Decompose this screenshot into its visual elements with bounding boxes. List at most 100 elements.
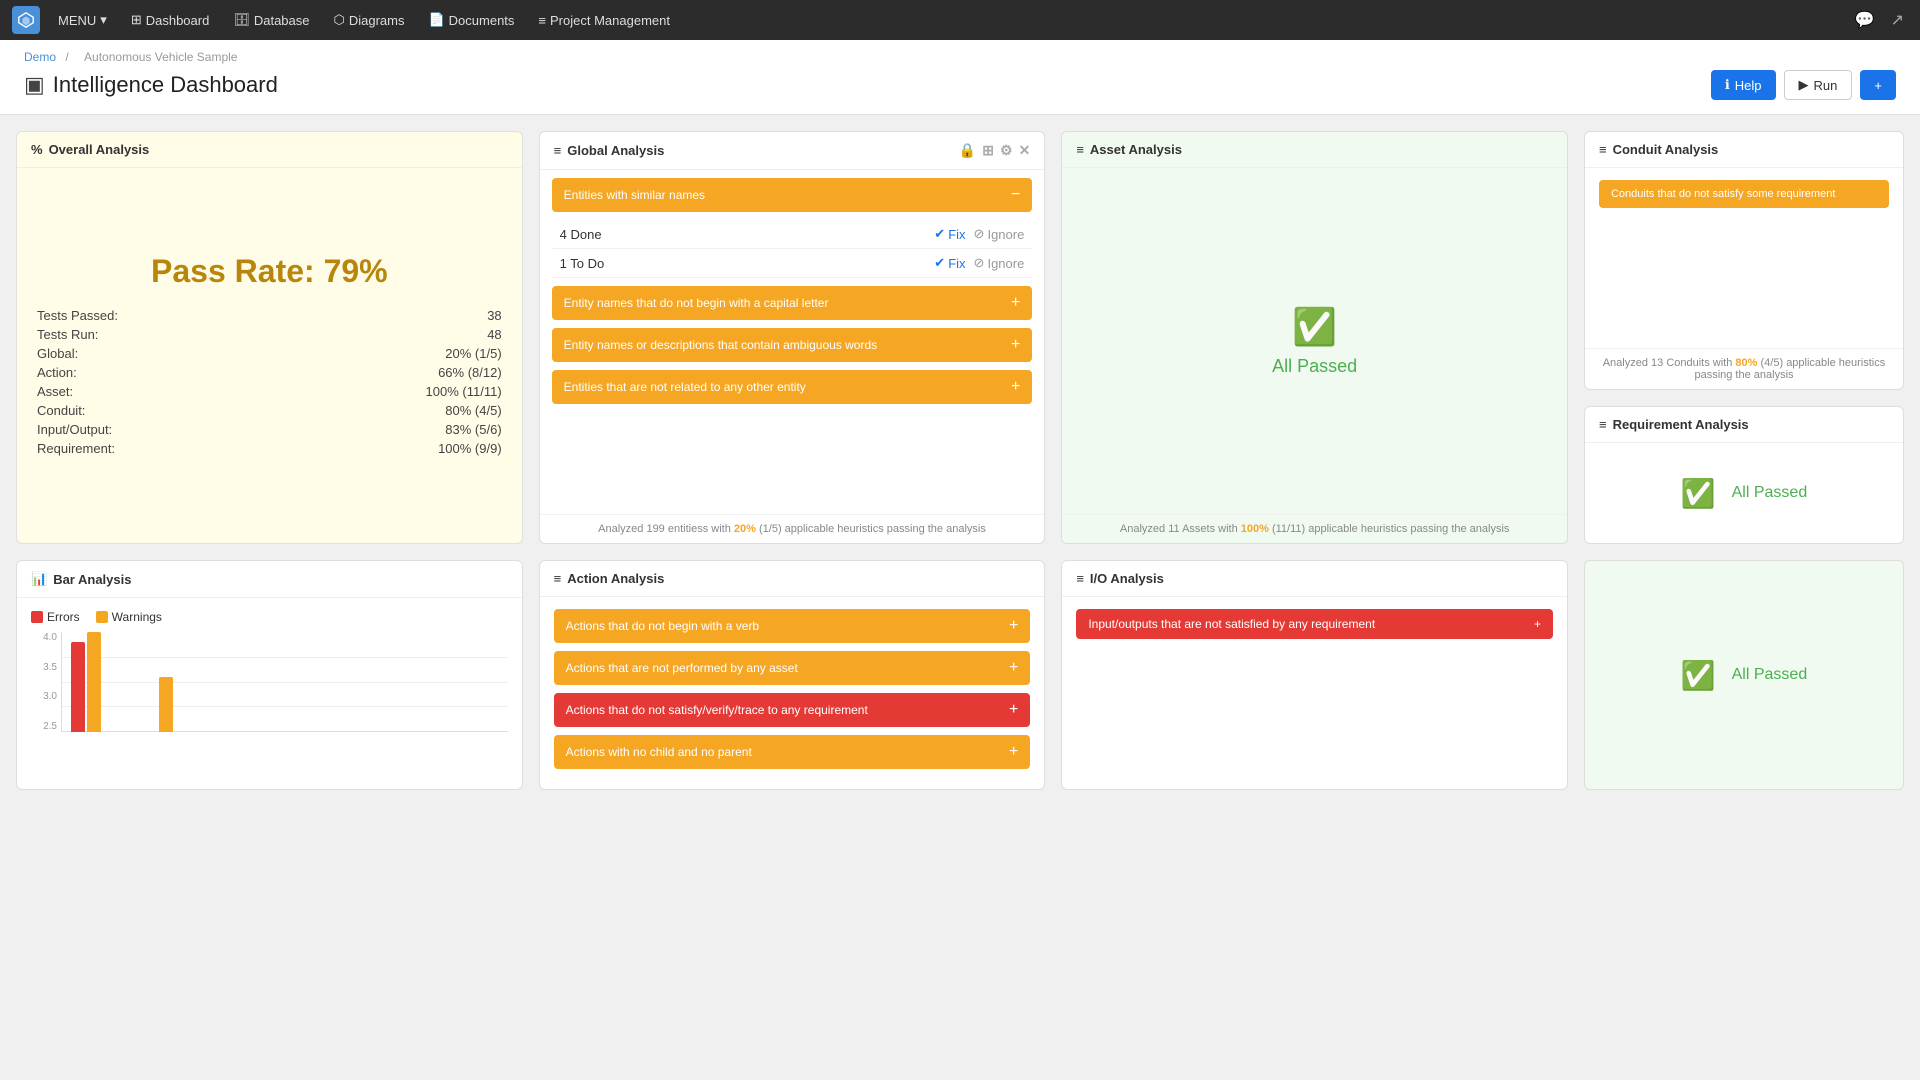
bottom-check-icon: ✅ — [1681, 659, 1716, 692]
stats-list: Tests Passed: 38 Tests Run: 48 Global: 2… — [37, 306, 502, 458]
row-actions-todo: ✔ Fix ⊘ Ignore — [934, 255, 1024, 271]
dashboard-icon: ⊞ — [131, 12, 142, 28]
bar-analysis-body: Errors Warnings 4.0 3.5 3.0 2.5 — [17, 598, 522, 764]
stat-io: Input/Output: 83% (5/6) — [37, 420, 502, 439]
dashboard-title-icon: ▣ — [24, 72, 45, 98]
bar-chart-icon: 📊 — [31, 571, 47, 587]
global-analysis-card: ≡ Global Analysis 🔒 ⊞ ⚙ ✕ Entities with … — [539, 131, 1046, 544]
stat-label: Action: — [37, 365, 77, 380]
entity-names-capital-banner[interactable]: Entity names that do not begin with a ca… — [552, 286, 1033, 320]
legend-warnings: Warnings — [96, 610, 162, 624]
ignore-icon: ⊘ — [974, 226, 985, 242]
action-no-requirement-banner[interactable]: Actions that do not satisfy/verify/trace… — [554, 693, 1031, 727]
check-icon: ✔ — [934, 255, 945, 271]
conduit-analysis-card: ≡ Conduit Analysis Conduits that do not … — [1584, 131, 1904, 390]
ignore-todo-button[interactable]: ⊘ Ignore — [974, 255, 1025, 271]
io-analysis-header: ≡ I/O Analysis — [1062, 561, 1567, 597]
fix-todo-button[interactable]: ✔ Fix — [934, 255, 965, 271]
fix-done-button[interactable]: ✔ Fix — [934, 226, 965, 242]
overall-analysis-body: Pass Rate: 79% Tests Passed: 38 Tests Ru… — [17, 168, 522, 543]
bar-group-1 — [71, 632, 101, 732]
close-icon[interactable]: ✕ — [1019, 142, 1031, 159]
bottom-row: 📊 Bar Analysis Errors Warnings 4. — [16, 560, 1904, 790]
io-analysis-card: ≡ I/O Analysis Input/outputs that are no… — [1061, 560, 1568, 790]
action-no-asset-banner[interactable]: Actions that are not performed by any as… — [554, 651, 1031, 685]
stat-action: Action: 66% (8/12) — [37, 363, 502, 382]
pass-rate-value: Pass Rate: 79% — [151, 253, 388, 290]
requirement-icon: ≡ — [1599, 417, 1607, 432]
stat-label: Asset: — [37, 384, 73, 399]
stat-label: Input/Output: — [37, 422, 112, 437]
run-button[interactable]: ▶ Run — [1784, 70, 1853, 100]
conduit-analysis-header: ≡ Conduit Analysis — [1585, 132, 1903, 168]
breadcrumb-separator: / — [65, 50, 68, 64]
chat-icon[interactable]: 💬 — [1851, 6, 1879, 34]
check-icon: ✔ — [934, 226, 945, 242]
expand-icon[interactable]: ⊞ — [982, 142, 994, 159]
top-navigation: MENU ▾ ⊞ Dashboard 🗄 Database ⬡ Diagrams… — [0, 0, 1920, 40]
stat-asset: Asset: 100% (11/11) — [37, 382, 502, 401]
settings-icon[interactable]: ⚙ — [1000, 142, 1013, 159]
expand-icon: + — [1009, 743, 1018, 761]
req-check-icon: ✅ — [1681, 477, 1716, 510]
project-management-icon: ≡ — [538, 13, 546, 28]
overall-analysis-header: % Overall Analysis — [17, 132, 522, 168]
io-requirement-banner[interactable]: Input/outputs that are not satisfied by … — [1076, 609, 1553, 639]
help-button[interactable]: ℹ Help — [1711, 70, 1776, 100]
menu-label: MENU — [58, 13, 96, 28]
action-no-child-parent-banner[interactable]: Actions with no child and no parent + — [554, 735, 1031, 769]
stat-value: 83% (5/6) — [445, 422, 501, 437]
passed-check-icon: ✅ — [1292, 306, 1337, 348]
req-all-passed: ✅ All Passed — [1681, 477, 1807, 510]
right-column: ≡ Conduit Analysis Conduits that do not … — [1584, 131, 1904, 544]
lock-icon[interactable]: 🔒 — [959, 142, 976, 159]
bar-analysis-card: 📊 Bar Analysis Errors Warnings 4. — [16, 560, 523, 790]
expand-section-icon: + — [1011, 378, 1020, 396]
expand-section-icon: + — [1011, 294, 1020, 312]
global-icon: ≡ — [554, 143, 562, 158]
breadcrumb-root[interactable]: Demo — [24, 50, 56, 64]
page-title: ▣ Intelligence Dashboard — [24, 72, 278, 98]
io-icon: ≡ — [1076, 571, 1084, 586]
entity-ambiguous-words-banner[interactable]: Entity names or descriptions that contai… — [552, 328, 1033, 362]
errors-dot — [31, 611, 43, 623]
entities-not-related-banner[interactable]: Entities that are not related to any oth… — [552, 370, 1033, 404]
ignore-icon: ⊘ — [974, 255, 985, 271]
share-icon[interactable]: ↗ — [1887, 6, 1908, 34]
nav-database[interactable]: 🗄 Database — [223, 8, 319, 32]
entities-similar-names-banner[interactable]: Entities with similar names − — [552, 178, 1033, 212]
asset-analysis-header: ≡ Asset Analysis — [1062, 132, 1567, 168]
conduit-requirement-banner[interactable]: Conduits that do not satisfy some requir… — [1599, 180, 1889, 208]
global-card-actions: 🔒 ⊞ ⚙ ✕ — [959, 142, 1030, 159]
nav-project-management[interactable]: ≡ Project Management — [528, 9, 680, 32]
nav-dashboard[interactable]: ⊞ Dashboard — [121, 8, 220, 32]
global-banners: Entities with similar names − 4 Done ✔ F… — [540, 170, 1045, 412]
stat-label: Tests Run: — [37, 327, 98, 342]
stat-value: 20% (1/5) — [445, 346, 501, 361]
ignore-done-button[interactable]: ⊘ Ignore — [974, 226, 1025, 242]
expand-icon: + — [1009, 617, 1018, 635]
expand-section-icon: + — [1011, 336, 1020, 354]
similar-names-rows: 4 Done ✔ Fix ⊘ Ignore — [552, 220, 1033, 278]
menu-button[interactable]: MENU ▾ — [48, 8, 117, 32]
asset-analysis-footer: Analyzed 11 Assets with 100% (11/11) app… — [1062, 514, 1567, 543]
stat-conduit: Conduit: 80% (4/5) — [37, 401, 502, 420]
legend-errors: Errors — [31, 610, 80, 624]
stat-value: 100% (9/9) — [438, 441, 502, 456]
row-actions: ✔ Fix ⊘ Ignore — [934, 226, 1024, 242]
nav-documents[interactable]: 📄 Documents — [418, 8, 524, 32]
app-logo[interactable] — [12, 6, 40, 34]
nav-diagrams[interactable]: ⬡ Diagrams — [324, 8, 415, 32]
add-button[interactable]: + — [1860, 70, 1896, 100]
warning-bar — [87, 632, 101, 732]
overall-analysis-card: % Overall Analysis Pass Rate: 79% Tests … — [16, 131, 523, 544]
io-analysis-body: Input/outputs that are not satisfied by … — [1062, 597, 1567, 789]
stat-label: Conduit: — [37, 403, 85, 418]
asset-all-passed: ✅ All Passed — [1062, 168, 1567, 514]
action-no-verb-banner[interactable]: Actions that do not begin with a verb + — [554, 609, 1031, 643]
all-passed-label: All Passed — [1272, 356, 1357, 377]
stat-value: 100% (11/11) — [426, 384, 502, 399]
asset-icon: ≡ — [1076, 142, 1084, 157]
main-grid: % Overall Analysis Pass Rate: 79% Tests … — [0, 115, 1920, 806]
action-analysis-header: ≡ Action Analysis — [540, 561, 1045, 597]
